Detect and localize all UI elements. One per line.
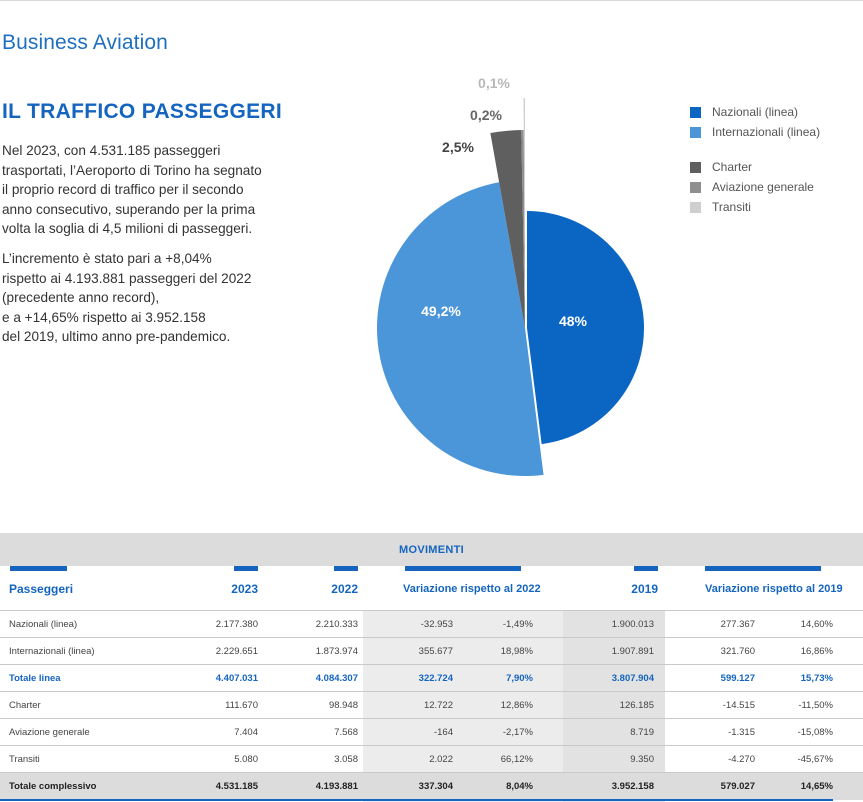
table-cell: -4.270: [728, 754, 755, 765]
table-cell: 3.058: [334, 754, 358, 765]
table-cell: 1.907.891: [611, 646, 654, 657]
table-cell: -1,49%: [502, 619, 533, 630]
table-cell: 7.568: [334, 727, 358, 738]
table-cell: -45,67%: [797, 754, 833, 765]
table-cell: 12.722: [423, 700, 453, 711]
table-cell: 322.724: [418, 673, 453, 684]
table-cell: 2.210.333: [315, 619, 358, 630]
header-var-2022: Variazione rispetto al 2022: [403, 583, 541, 595]
table-cell: 4.531.185: [215, 781, 258, 792]
table-band-title: MOVIMENTI: [399, 544, 465, 556]
row-label: Nazionali (linea): [9, 619, 78, 630]
legend-swatch: [690, 202, 701, 213]
table-cell: 1.900.013: [611, 619, 654, 630]
table-cell: 2.022: [429, 754, 453, 765]
header-var-2019: Variazione rispetto al 2019: [705, 583, 843, 595]
header-tick: [405, 566, 521, 571]
table-bottom-rule: [0, 799, 833, 801]
legend-swatch: [690, 182, 701, 193]
legend-swatch: [690, 162, 701, 173]
table-cell: -15,08%: [797, 727, 833, 738]
table-cell: 321.760: [720, 646, 755, 657]
table-cell: 337.304: [418, 781, 453, 792]
table-cell: 5.080: [234, 754, 258, 765]
table-row: Totale linea 4.407.031 4.084.307 322.724 7,9…: [0, 664, 863, 692]
table-cell: 66,12%: [500, 754, 533, 765]
table-cell: 14,65%: [800, 781, 833, 792]
header-tick: [234, 566, 258, 571]
table-cell: 1.873.974: [315, 646, 358, 657]
table-cell: 579.027: [720, 781, 755, 792]
table-cell: 15,73%: [800, 673, 833, 684]
table-row: Charter 111.670 98.948 12.722 12,86% 126.185 -…: [0, 691, 863, 719]
header-tick: [10, 566, 67, 571]
table-cell: 2.177.380: [215, 619, 258, 630]
header-2023: 2023: [231, 582, 258, 596]
table-cell: -11,50%: [798, 700, 833, 711]
table-row: Totale complessivo 4.531.185 4.193.881 337.…: [0, 772, 863, 800]
row-label: Charter: [9, 700, 41, 711]
table-cell: 18,98%: [500, 646, 533, 657]
table-cell: 9.350: [630, 754, 654, 765]
table-cell: 4.407.031: [215, 673, 258, 684]
table-cell: 599.127: [720, 673, 755, 684]
table-cell: -1.315: [728, 727, 755, 738]
header-passeggeri: Passeggeri: [9, 582, 74, 596]
table-cell: 7.404: [234, 727, 258, 738]
table-cell: 16,86%: [800, 646, 833, 657]
row-label: Internazionali (linea): [9, 646, 95, 657]
header-2019: 2019: [631, 582, 658, 596]
pie-slice-label: 49,2%: [421, 303, 461, 319]
legend-label: Aviazione generale: [712, 180, 814, 194]
table-cell: 98.948: [328, 700, 358, 711]
table-cell: 12,86%: [500, 700, 533, 711]
table-cell: 126.185: [619, 700, 654, 711]
pie-slice-label: 2,5%: [442, 139, 474, 155]
header-tick: [334, 566, 358, 571]
legend-label: Nazionali (linea): [712, 105, 799, 119]
table-cell: -2,17%: [502, 727, 533, 738]
pie-slice-label: 0,1%: [478, 75, 510, 91]
row-label: Totale linea: [9, 673, 61, 684]
table-cell: 7,90%: [506, 673, 533, 684]
legend-swatch: [690, 127, 701, 138]
movements-table: MOVIMENTI Passeggeri 2023 2022 Variazion…: [0, 533, 863, 802]
table-cell: 2.229.651: [215, 646, 258, 657]
table-row: Nazionali (linea) 2.177.380 2.210.333 -32.9…: [0, 610, 863, 638]
row-label: Aviazione generale: [9, 727, 90, 738]
row-label: Transiti: [9, 754, 40, 765]
legend-swatch: [690, 107, 701, 118]
table-cell: 4.193.881: [315, 781, 358, 792]
table-cell: 14,60%: [800, 619, 833, 630]
table-cell: -32.953: [420, 619, 453, 630]
table-row: Transiti 5.080 3.058 2.022 66,12% 9.350 -4.270…: [0, 745, 863, 773]
table-cell: 277.367: [720, 619, 755, 630]
legend-label: Transiti: [712, 200, 751, 214]
pie-slice-label: 48%: [559, 313, 588, 329]
table-cell: 355.677: [418, 646, 453, 657]
table-cell: 111.670: [225, 700, 258, 711]
table-cell: 8,04%: [506, 781, 533, 792]
table-cell: 4.084.307: [315, 673, 358, 684]
passenger-pie-chart: 48% 49,2% 2,5% 0,2% 0,1%: [376, 75, 645, 477]
table-cell: 8.719: [630, 727, 654, 738]
legend-label: Charter: [712, 160, 753, 174]
table-row: Internazionali (linea) 2.229.651 1.873.974…: [0, 637, 863, 665]
table-cell: -14.515: [722, 700, 755, 711]
legend-label: Internazionali (linea): [712, 125, 821, 139]
table-cell: 3.807.904: [611, 673, 654, 684]
pie-slice-label: 0,2%: [470, 107, 502, 123]
table-cell: 3.952.158: [611, 781, 654, 792]
header-tick: [634, 566, 658, 571]
header-tick: [705, 566, 821, 571]
header-2022: 2022: [331, 582, 358, 596]
row-label: Totale complessivo: [9, 781, 97, 792]
table-row: Aviazione generale 7.404 7.568 -164 -2,17% 8.…: [0, 718, 863, 746]
table-cell: -164: [433, 727, 453, 738]
